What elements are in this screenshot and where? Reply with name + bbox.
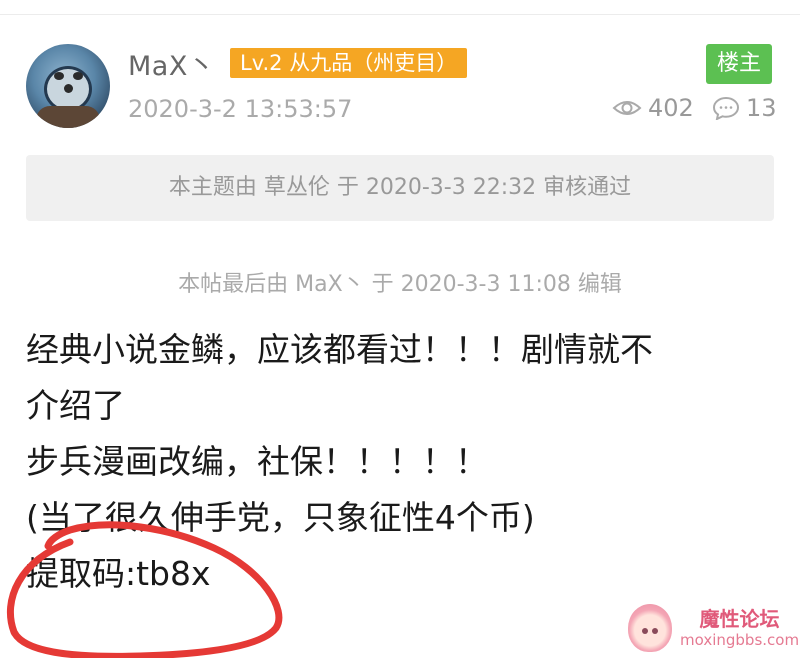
watermark-url: moxingbbs.com xyxy=(680,631,800,649)
post-body-line: 步兵漫画改编，社保！！！！！ xyxy=(26,442,488,481)
extraction-code: 提取码:tb8x xyxy=(26,554,211,593)
site-watermark: 魔性论坛 moxingbbs.com xyxy=(628,604,799,652)
post-body-line: 介绍了 xyxy=(26,386,125,425)
view-count: 402 xyxy=(612,94,694,122)
comment-bubble-icon xyxy=(712,96,740,120)
post-timestamp: 2020-3-2 13:53:57 xyxy=(128,95,353,123)
post-body-line: (当了很久伸手党，只象征性4个币) xyxy=(26,498,535,537)
reply-count-value: 13 xyxy=(746,94,777,122)
author-avatar[interactable] xyxy=(26,44,110,128)
mascot-icon xyxy=(628,604,672,652)
top-divider xyxy=(0,14,800,15)
view-count-value: 402 xyxy=(648,94,694,122)
review-notice: 本主题由 草丛伦 于 2020-3-3 22:32 审核通过 xyxy=(26,155,774,221)
author-name[interactable]: MaX丶 xyxy=(128,44,215,83)
watermark-name: 魔性论坛 xyxy=(699,607,780,631)
post-content: 经典小说金鳞，应该都看过！！！剧情就不 介绍了 步兵漫画改编，社保！！！！！ (… xyxy=(26,322,786,602)
post-body-line: 经典小说金鳞，应该都看过！！！剧情就不 xyxy=(26,330,653,369)
eye-icon xyxy=(612,98,642,118)
reply-count[interactable]: 13 xyxy=(712,94,777,122)
thread-owner-badge: 楼主 xyxy=(706,44,772,84)
level-badge: Lv.2 从九品（州吏目） xyxy=(230,48,468,78)
edit-notice: 本帖最后由 MaX丶 于 2020-3-3 11:08 编辑 xyxy=(178,272,622,297)
